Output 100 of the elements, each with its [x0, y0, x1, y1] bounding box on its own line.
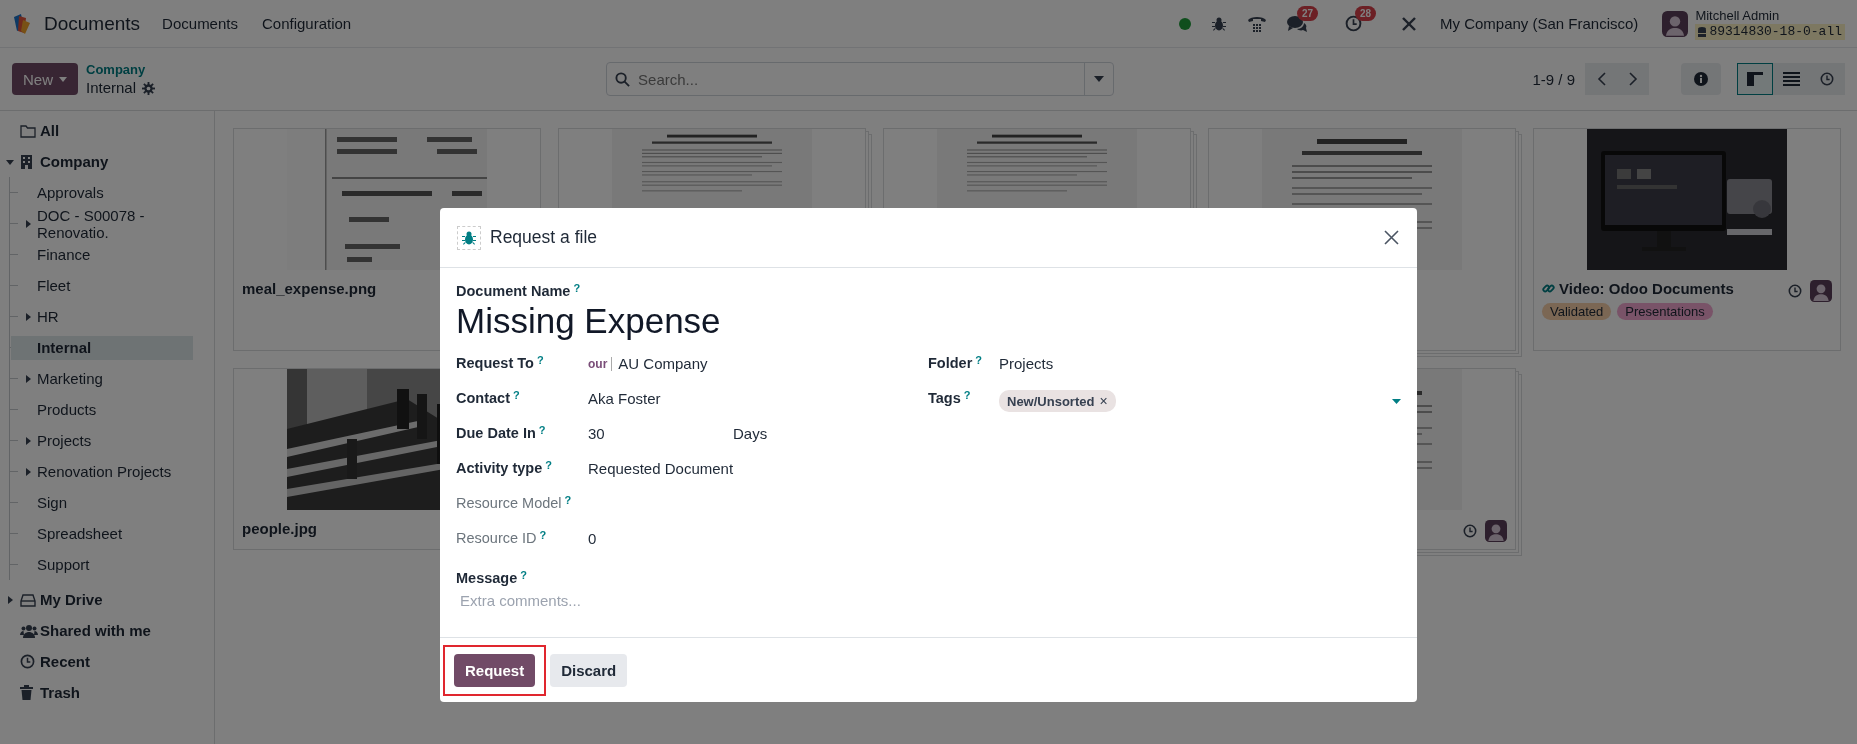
folder-item[interactable]: Projects [11, 428, 193, 453]
close-icon[interactable] [1382, 228, 1401, 247]
status-dot [1178, 17, 1191, 30]
drive-icon [20, 592, 36, 607]
help-icon[interactable]: ? [539, 530, 547, 541]
discard-button[interactable]: Discard [550, 653, 628, 687]
view-button[interactable] [1773, 63, 1809, 95]
document-name: meal_expense.png [242, 280, 377, 297]
folder-item[interactable]: Fleet [11, 273, 193, 298]
folder-item[interactable]: Sign [11, 490, 193, 515]
field-value[interactable]: 30 [588, 425, 727, 442]
folder-item[interactable]: HR [11, 304, 193, 329]
field-label: Message ? [456, 570, 527, 586]
breadcrumb-link[interactable]: Company [86, 61, 156, 79]
pager-value[interactable]: 1-9 / 9 [1532, 70, 1575, 88]
view-button[interactable] [1737, 63, 1773, 95]
sidebar-item[interactable]: Shared with me [40, 618, 157, 643]
kanban-icon [1747, 71, 1763, 87]
caret-icon [59, 76, 67, 82]
clock-icon [1788, 284, 1802, 298]
remove-button[interactable]: × [1099, 393, 1108, 409]
field-label: Tags ? [928, 390, 972, 406]
folder-item[interactable]: Support [11, 552, 193, 577]
folder-item[interactable]: Marketing [11, 366, 193, 391]
help-icon[interactable]: ? [513, 390, 520, 401]
count-badge: 28 [1354, 6, 1377, 21]
sidebar-item[interactable]: Trash [40, 680, 87, 705]
new-button[interactable]: New [12, 63, 78, 95]
sidebar-item[interactable]: Recent [40, 649, 97, 674]
unit-label: Days [733, 425, 768, 442]
avatar-icon [1662, 10, 1689, 37]
folder-icon [20, 123, 36, 138]
breadcrumb-current: Internal [86, 79, 137, 97]
field-label: Folder ? [928, 355, 984, 371]
caret-icon[interactable] [23, 218, 32, 229]
phone-icon [1246, 14, 1267, 33]
search-field[interactable]: Search... [630, 70, 1085, 88]
help-icon[interactable]: ? [564, 495, 572, 506]
menu-item[interactable]: Configuration [262, 15, 352, 32]
info-button[interactable] [1681, 63, 1721, 95]
field-value[interactable]: Projects [999, 355, 1054, 372]
caret-icon[interactable] [1094, 76, 1105, 82]
folder-item[interactable]: Renovation Projects [11, 459, 193, 484]
document-name: people.jpg [242, 520, 317, 537]
clock-icon [1344, 15, 1362, 32]
caret-icon[interactable] [23, 311, 32, 322]
avatar-icon [1810, 280, 1832, 302]
help-icon[interactable]: ? [975, 355, 983, 366]
next-button[interactable] [1617, 63, 1649, 95]
folder-item[interactable]: Finance [11, 242, 193, 267]
search-bar[interactable]: Search... [606, 62, 1115, 96]
help-icon[interactable]: ? [538, 425, 546, 436]
caret-icon[interactable] [23, 466, 32, 477]
users-icon [20, 623, 38, 638]
bug-icon [461, 229, 477, 246]
help-icon[interactable]: ? [963, 390, 971, 401]
field-label: Contact ? [456, 390, 521, 406]
tag: Presentations [1617, 303, 1713, 320]
view-button[interactable] [1809, 63, 1845, 95]
sidebar-item[interactable]: All [40, 118, 66, 143]
help-icon[interactable]: ? [536, 355, 544, 366]
menu-item[interactable]: Documents [162, 15, 238, 32]
folder-item[interactable]: Products [11, 397, 193, 422]
folder-item[interactable]: Internal [11, 335, 193, 360]
chevron-left-icon [1596, 72, 1606, 86]
document-card[interactable]: Video: Odoo Documents Validated Presentations [1533, 128, 1841, 351]
database-label: 89314830-18-0-all [1695, 23, 1845, 40]
folder-item[interactable]: Spreadsheet [11, 521, 193, 546]
avatar-icon [1485, 520, 1507, 542]
help-icon[interactable]: ? [545, 460, 552, 471]
gear-icon [142, 81, 156, 95]
field-label: Request To ? [456, 355, 545, 371]
trash-icon [20, 685, 33, 700]
tag: Validated [1542, 303, 1612, 320]
sidebar-item[interactable]: My Drive [40, 587, 109, 612]
bug-icon [1210, 15, 1227, 32]
folder-item[interactable]: DOC - S00078 - Renovatio. [11, 211, 193, 236]
field-value[interactable]: AU Company [618, 355, 708, 372]
clock-icon [1463, 524, 1477, 538]
caret-icon[interactable] [23, 373, 32, 384]
field-value[interactable]: 0 [588, 530, 597, 547]
app-name[interactable]: Documents [44, 12, 141, 35]
help-icon[interactable]: ? [520, 570, 527, 581]
search-icon [615, 71, 631, 87]
info-icon [1694, 72, 1708, 86]
field-value[interactable]: Aka Foster [588, 390, 661, 407]
help-icon[interactable]: ? [573, 283, 581, 294]
folder-item[interactable]: Approvals [11, 180, 193, 205]
sidebar-item[interactable]: Company [40, 149, 115, 174]
database-icon [1698, 26, 1707, 37]
request-button[interactable]: Request [454, 653, 536, 687]
user-name[interactable]: Mitchell Admin [1695, 7, 1845, 24]
chevron-right-icon [1628, 72, 1638, 86]
logo-icon[interactable] [12, 12, 32, 35]
caret-icon[interactable] [23, 435, 32, 446]
company-switcher[interactable]: My Company (San Francisco) [1439, 15, 1639, 32]
count-badge: 27 [1296, 5, 1319, 21]
previous-button[interactable] [1585, 63, 1617, 95]
caret-icon[interactable] [6, 594, 14, 605]
field-value[interactable]: Requested Document [588, 460, 734, 477]
